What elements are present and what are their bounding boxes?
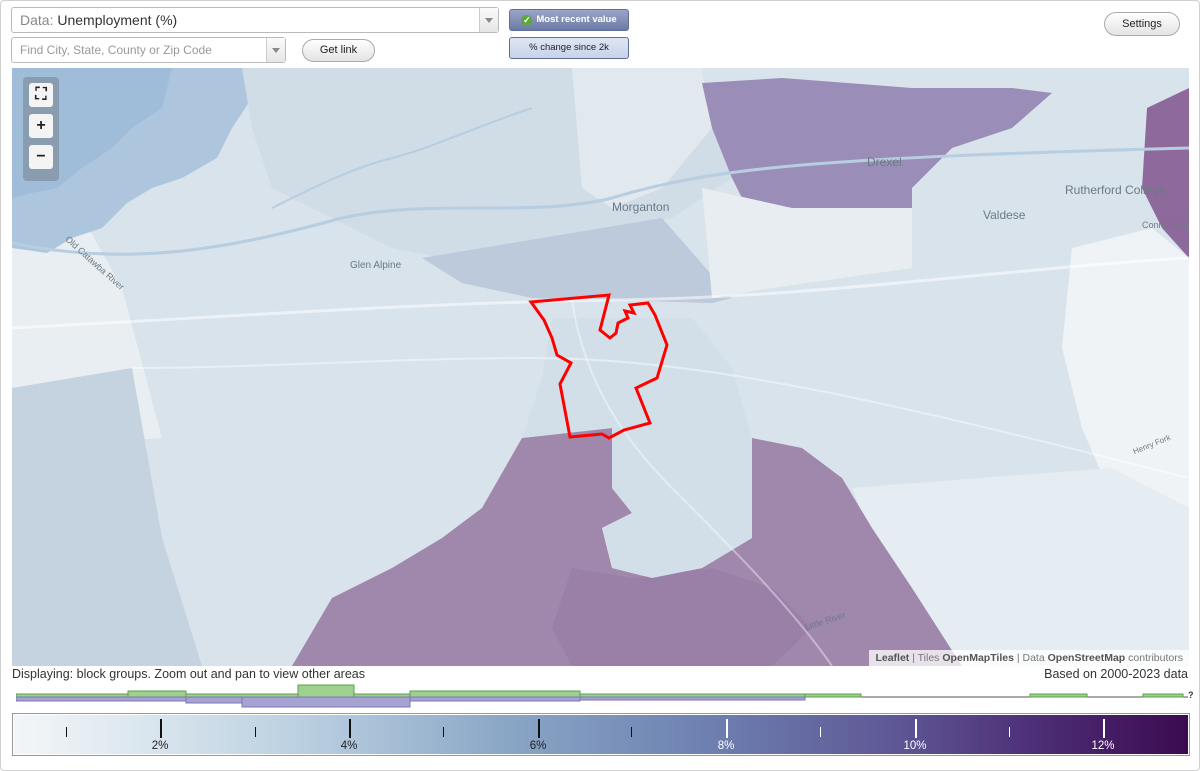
place-label-valdese: Valdese [983,208,1026,222]
place-label-morganton: Morganton [612,200,670,214]
openmaptiles-link[interactable]: OpenMapTiles [942,652,1014,664]
leaflet-link[interactable]: Leaflet [875,652,909,664]
most-recent-value-toggle[interactable]: ✓ Most recent value [509,9,629,31]
map-attribution: Leaflet | Tiles OpenMapTiles | Data Open… [869,650,1189,666]
fit-bounds-icon[interactable]: ⛶ [29,83,53,107]
histogram-help-icon[interactable]: ? [1188,690,1194,700]
zoom-control: ⛶ + − [23,77,59,181]
search-input[interactable] [12,38,282,62]
data-range-text: Based on 2000-2023 data [1044,667,1188,681]
zoom-out-button[interactable]: − [29,145,53,169]
legend-label-8: 8% [717,740,735,752]
check-icon: ✓ [521,15,533,26]
place-label-rutherford-college: Rutherford College [1065,183,1166,197]
pct-change-toggle[interactable]: % change since 2k [509,37,629,59]
map-canvas [12,68,1189,666]
data-select-label: Data: Unemployment (%) [20,12,178,28]
legend-gradient [14,715,1188,754]
data-select[interactable]: Data: Unemployment (%) [11,7,499,33]
place-label-drexel: Drexel [867,155,902,169]
legend-label-4: 4% [340,740,358,752]
legend-label-6: 6% [529,740,547,752]
get-link-button[interactable]: Get link [302,39,375,62]
chevron-down-icon[interactable] [266,38,285,62]
legend-label-10: 10% [903,740,927,752]
distribution-histogram [16,684,1188,708]
chevron-down-icon[interactable] [479,8,498,32]
display-status-text: Displaying: block groups. Zoom out and p… [12,667,365,681]
choropleth-map[interactable]: ⛶ + − Morganton Drexel Valdese Rutherfor… [12,68,1189,666]
openstreetmap-link[interactable]: OpenStreetMap [1048,652,1126,664]
legend-label-2: 2% [151,740,169,752]
place-label-connelly-springs: Connelly Springs [1142,220,1189,230]
color-legend: 2% 4% 6% 8% 10% 12% [12,713,1190,756]
settings-button[interactable]: Settings [1104,12,1180,36]
legend-label-12: 12% [1091,740,1115,752]
location-search-field[interactable] [11,37,286,63]
place-label-glen-alpine: Glen Alpine [350,260,402,271]
zoom-in-button[interactable]: + [29,114,53,138]
